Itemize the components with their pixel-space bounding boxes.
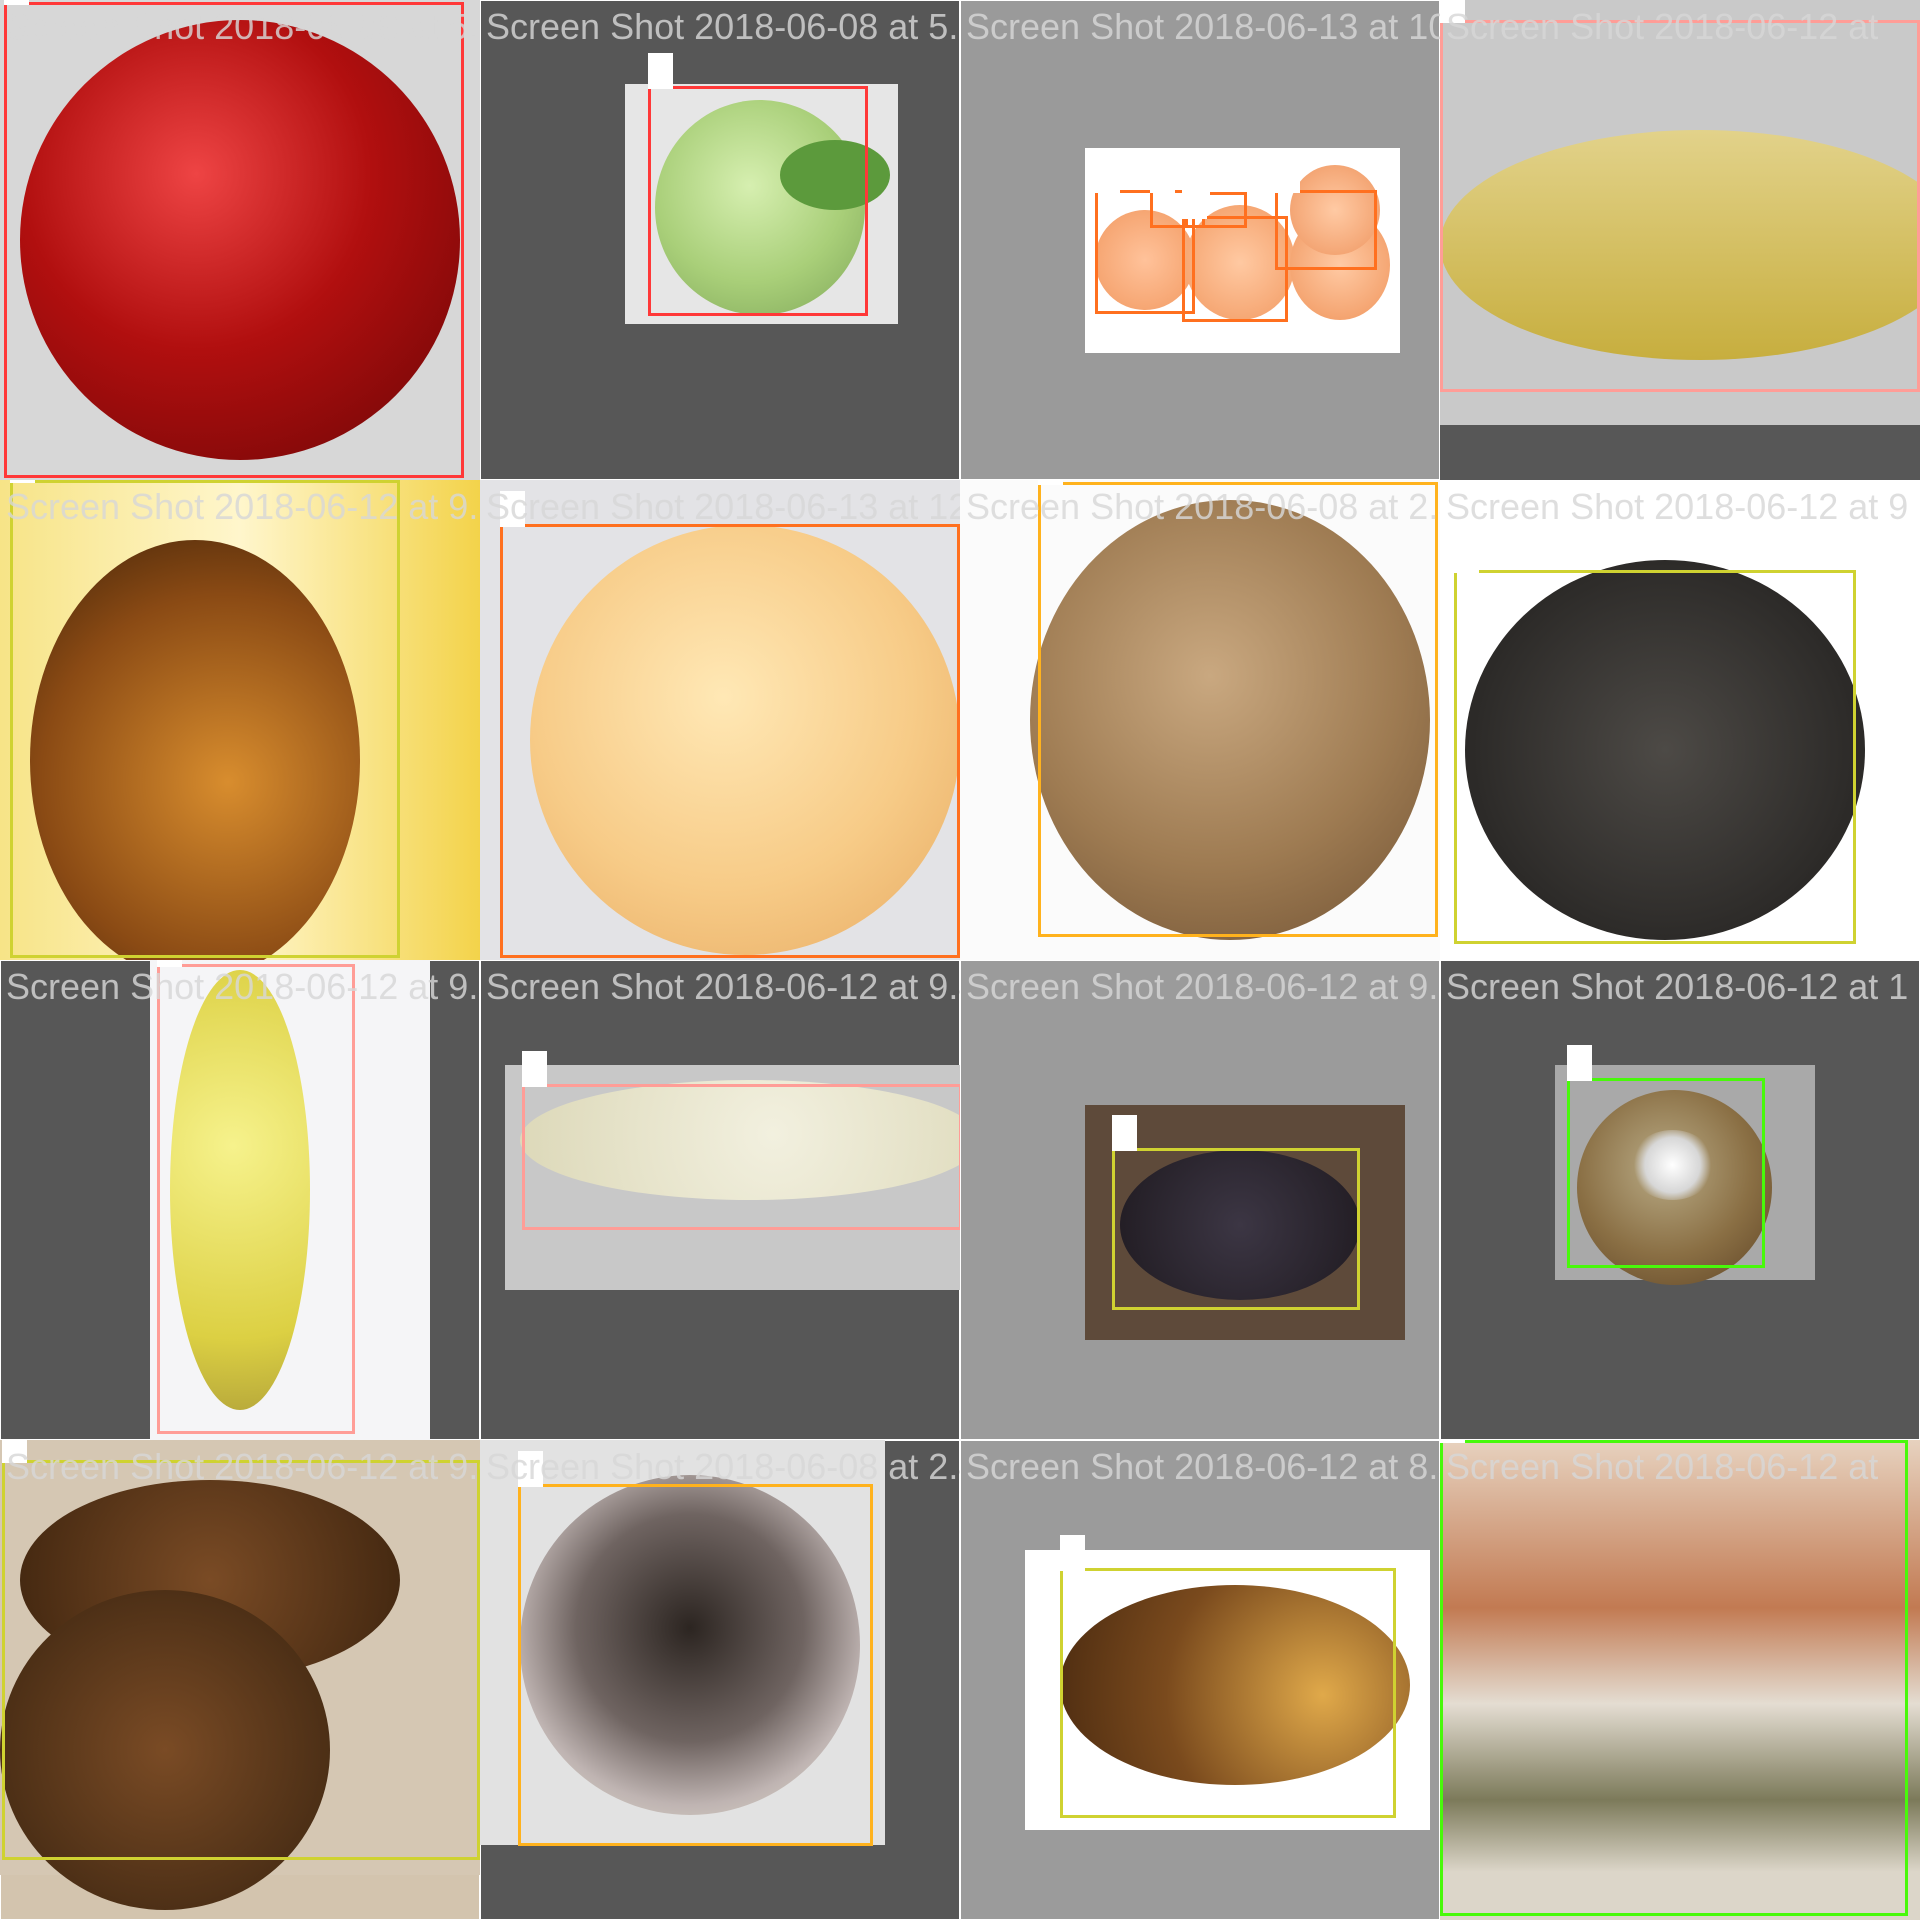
bbox-class-id: 4 xyxy=(1116,1116,1133,1149)
image-tile[interactable]: Screen Shot 2018-06-12 at 9.51.14 PM.png… xyxy=(0,480,480,960)
image-tile[interactable]: Screen Shot 2018-06-12 at 9.58.30 PM.png… xyxy=(0,960,480,1440)
tile-title: Screen Shot 2018-06-12 at 9.19.08 PM.png xyxy=(966,966,1440,1007)
bbox-class-label: 2 xyxy=(1095,157,1120,193)
image-tile[interactable]: Screen Shot 2018-06-12 at 1 xyxy=(1440,0,1920,480)
bounding-box[interactable]: 1 xyxy=(522,1051,960,1230)
bbox-class-id: 2 xyxy=(504,492,521,525)
image-tile[interactable]: Screen Shot 2018-06-13 at 12.16.09 AM.pn… xyxy=(480,480,960,960)
bounding-box[interactable]: 0 xyxy=(4,0,464,478)
bbox-class-label: 4 xyxy=(10,480,35,483)
bbox-class-id: 3 xyxy=(1042,480,1059,483)
bounding-box[interactable]: 4 xyxy=(1454,537,1856,944)
bbox-class-id: 0 xyxy=(8,0,25,3)
bbox-class-id: 2 xyxy=(1279,158,1296,191)
image-tile[interactable]: Screen Shot 2018-06-08 at 5.18.12 PM.png… xyxy=(0,0,480,480)
image-tile[interactable]: Screen Shot 2018-06-12 at 9.19.08 PM.png… xyxy=(960,960,1440,1440)
tile-title: Screen Shot 2018-06-12 at 8.50.26 PM.png xyxy=(966,1446,1440,1487)
bbox-class-label: 2 xyxy=(1275,157,1300,193)
bbox-class-id: 5 xyxy=(1444,1440,1461,1441)
bbox-class-id: 5 xyxy=(1571,1046,1588,1079)
bbox-class-label: 5 xyxy=(1440,1440,1465,1443)
bounding-box[interactable]: 1 xyxy=(157,960,355,1434)
bbox-class-label: 3 xyxy=(518,1451,543,1487)
bounding-box[interactable]: 4 xyxy=(10,480,400,958)
bounding-box[interactable]: 4 xyxy=(1060,1535,1396,1818)
image-tile[interactable]: Screen Shot 2018-06-12 at 94 xyxy=(1440,480,1920,960)
bbox-class-label: 4 xyxy=(1060,1535,1085,1571)
bbox-class-label: 1 xyxy=(1440,0,1465,23)
image-tile[interactable]: Screen Shot 2018-06-08 at 2.41.44 PM.png… xyxy=(480,1440,960,1920)
bbox-class-label: 2 xyxy=(1182,183,1207,219)
bbox-class-id: 4 xyxy=(1064,1536,1081,1569)
tile-title: Screen Shot 2018-06-12 at 9.47.40 PM.png xyxy=(486,966,960,1007)
bounding-box[interactable]: 1 xyxy=(1440,0,1920,392)
bbox-class-id: 1 xyxy=(526,1052,543,1085)
image-tile[interactable]: Screen Shot 2018-06-08 at 5.29.07 PM.png… xyxy=(480,0,960,480)
bounding-box[interactable]: 4 xyxy=(1112,1115,1360,1310)
image-tile[interactable]: Screen Shot 2018-06-12 at 8.50.26 PM.png… xyxy=(960,1440,1440,1920)
bbox-class-label: 4 xyxy=(1112,1115,1137,1151)
bounding-box[interactable]: 3 xyxy=(1038,480,1438,937)
bbox-class-label: 2 xyxy=(500,491,525,527)
bbox-class-label: 4 xyxy=(1454,537,1479,573)
tile-title: Screen Shot 2018-06-12 at 1 xyxy=(1446,966,1909,1007)
bbox-class-label: 2 xyxy=(1150,157,1175,193)
image-tile[interactable]: Screen Shot 2018-06-13 at 10.07.33 AM.pn… xyxy=(960,0,1440,480)
image-tile[interactable]: Screen Shot 2018-06-08 at 2.33.04 PM.png… xyxy=(960,480,1440,960)
bbox-class-id: 4 xyxy=(14,480,31,481)
bbox-class-label: 1 xyxy=(157,960,182,967)
image-tile[interactable]: Screen Shot 2018-06-12 at 9.47.40 PM.png… xyxy=(480,960,960,1440)
bbox-class-id: 0 xyxy=(652,54,669,87)
bbox-class-label: 3 xyxy=(1038,480,1063,485)
bbox-class-id: 4 xyxy=(1458,538,1475,571)
bounding-box[interactable]: 5 xyxy=(1440,1440,1908,1916)
bounding-box[interactable]: 2 xyxy=(500,491,960,958)
bounding-box[interactable]: 4 xyxy=(2,1440,480,1860)
bounding-box[interactable]: 3 xyxy=(518,1451,873,1846)
bbox-class-id: 4 xyxy=(6,1440,23,1461)
bbox-class-label: 5 xyxy=(1567,1045,1592,1081)
bounding-box[interactable]: 0 xyxy=(648,53,868,316)
bounding-box[interactable]: 2 xyxy=(1275,157,1377,270)
bbox-class-label: 0 xyxy=(4,0,29,5)
bbox-class-id: 2 xyxy=(1154,158,1171,191)
bbox-class-label: 0 xyxy=(648,53,673,89)
bbox-class-label: 1 xyxy=(522,1051,547,1087)
bbox-class-id: 1 xyxy=(1444,0,1461,21)
bbox-class-id: 1 xyxy=(161,960,178,965)
bbox-class-label: 4 xyxy=(2,1440,27,1463)
banana-shape xyxy=(1440,425,1920,480)
mosaic-grid: Screen Shot 2018-06-08 at 5.18.12 PM.png… xyxy=(0,0,1920,1920)
image-tile[interactable]: Screen Shot 2018-06-12 at5 xyxy=(1440,1440,1920,1920)
bbox-class-id: 2 xyxy=(1099,158,1116,191)
tile-title: Screen Shot 2018-06-08 at 5.29.07 PM.png xyxy=(486,6,960,47)
image-tile[interactable]: Screen Shot 2018-06-12 at 9.05 PM.png4 xyxy=(0,1440,480,1920)
image-tile[interactable]: Screen Shot 2018-06-12 at 1 5 xyxy=(1440,960,1920,1440)
bounding-box[interactable]: 5 xyxy=(1567,1045,1765,1268)
bounding-box[interactable]: 2 xyxy=(1182,183,1288,322)
tile-title: Screen Shot 2018-06-13 at 10.07.33 AM.pn… xyxy=(966,6,1440,47)
bbox-class-id: 3 xyxy=(522,1452,539,1485)
bbox-class-id: 2 xyxy=(1186,184,1203,217)
